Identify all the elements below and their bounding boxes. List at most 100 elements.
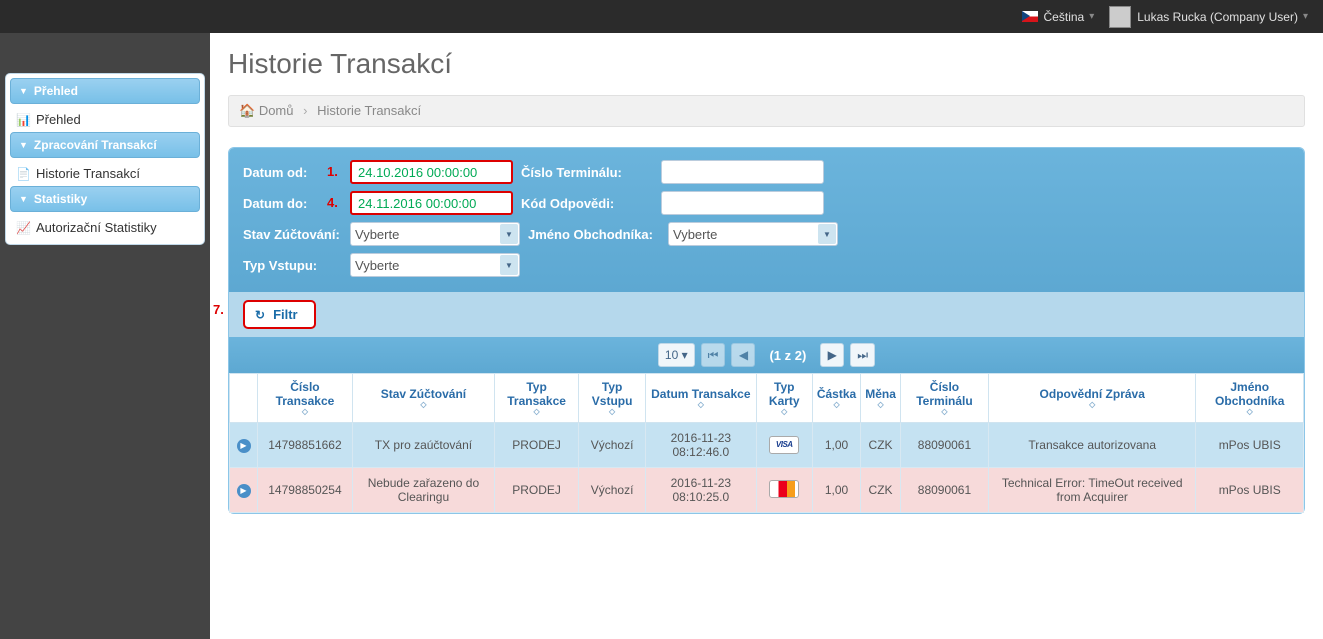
- annotation-7: 7.: [213, 302, 224, 317]
- home-icon: 🏠: [239, 103, 255, 118]
- filter-action-row: 7. ↻ Filtr: [229, 292, 1304, 337]
- breadcrumb: 🏠 Domů › Historie Transakcí: [228, 95, 1305, 127]
- sidebar-item-icon: 📈: [16, 221, 31, 235]
- sidebar-group-head[interactable]: ▼ Zpracování Transakcí: [10, 132, 200, 158]
- table-cell: 2016-11-23 08:10:25.0: [646, 468, 757, 513]
- sort-icon: ◇: [905, 408, 984, 416]
- sidebar-item[interactable]: 📄 Historie Transakcí: [10, 161, 200, 186]
- page-size-select[interactable]: 10 ▾: [658, 343, 695, 367]
- terminal-input[interactable]: [661, 160, 824, 184]
- table-cell: 88090061: [900, 468, 988, 513]
- table-cell: PRODEJ: [494, 423, 578, 468]
- clearing-label: Stav Zúčtování:: [243, 227, 350, 242]
- table-header[interactable]: Typ Transakce◇: [494, 374, 578, 423]
- sidebar-group-head[interactable]: ▼Statistiky: [10, 186, 200, 212]
- filter-zone: 1. 4. Datum od: Číslo Terminálu: Datum d…: [229, 148, 1304, 292]
- table-header[interactable]: Měna◇: [861, 374, 901, 423]
- sort-icon: ◇: [817, 401, 856, 409]
- table-cell: 2016-11-23 08:12:46.0: [646, 423, 757, 468]
- table-cell: [756, 468, 812, 513]
- sort-icon: ◇: [499, 408, 574, 416]
- pager-next[interactable]: ▶: [820, 343, 844, 367]
- date-to-input[interactable]: [350, 191, 513, 215]
- filter-button[interactable]: ↻ Filtr: [243, 300, 316, 329]
- language-switcher[interactable]: Čeština ▾: [1022, 10, 1095, 24]
- table-cell: mPos UBIS: [1196, 423, 1304, 468]
- row-expand-button[interactable]: ▶: [237, 484, 251, 498]
- response-input[interactable]: [661, 191, 824, 215]
- topbar: Čeština ▾ Lukas Rucka (Company User) ▾: [0, 0, 1323, 33]
- merchant-select[interactable]: Vyberte ▼: [668, 222, 838, 246]
- transactions-table: Číslo Transakce◇Stav Zúčtování◇Typ Trans…: [229, 373, 1304, 513]
- sort-icon: ◇: [650, 401, 752, 409]
- sort-icon: ◇: [761, 408, 808, 416]
- dropdown-icon: ▼: [500, 255, 518, 275]
- table-header[interactable]: Odpovědní Zpráva◇: [989, 374, 1196, 423]
- table-header[interactable]: Číslo Transakce◇: [258, 374, 353, 423]
- table-header[interactable]: Jméno Obchodníka◇: [1196, 374, 1304, 423]
- entry-select[interactable]: Vyberte ▼: [350, 253, 520, 277]
- dropdown-icon: ▼: [818, 224, 836, 244]
- pager-first[interactable]: ⏮: [701, 343, 726, 367]
- date-from-input[interactable]: [350, 160, 513, 184]
- table-cell: 1,00: [812, 468, 860, 513]
- main-content: Historie Transakcí 🏠 Domů › Historie Tra…: [210, 33, 1323, 639]
- merchant-value: Vyberte: [673, 227, 717, 242]
- sidebar-item-label: Historie Transakcí: [36, 166, 140, 181]
- mastercard-icon: [769, 480, 799, 498]
- table-cell: Technical Error: TimeOut received from A…: [989, 468, 1196, 513]
- clearing-select[interactable]: Vyberte ▼: [350, 222, 520, 246]
- triangle-down-icon: ▼: [19, 194, 28, 204]
- sidebar-item-icon: 📄: [16, 167, 31, 181]
- response-label: Kód Odpovědi:: [521, 196, 661, 211]
- pager-prev[interactable]: ◀: [731, 343, 755, 367]
- table-cell: 14798851662: [258, 423, 353, 468]
- user-menu[interactable]: Lukas Rucka (Company User) ▾: [1109, 6, 1308, 28]
- annotation-1: 1.: [327, 164, 338, 179]
- table-cell: PRODEJ: [494, 468, 578, 513]
- pager: 10 ▾ ⏮ ◀ (1 z 2) ▶ ⏭: [229, 337, 1304, 373]
- sidebar: ▼Přehled📊Přehled▼Zpracování Transakcí📄Hi…: [5, 73, 205, 245]
- terminal-label: Číslo Terminálu:: [521, 165, 661, 180]
- table-header[interactable]: Číslo Terminálu◇: [900, 374, 988, 423]
- pager-last[interactable]: ⏭: [850, 343, 875, 367]
- chevron-down-icon: ▾: [1303, 11, 1308, 22]
- sidebar-item-icon: 📊: [16, 113, 31, 127]
- table-header[interactable]: Typ Vstupu◇: [579, 374, 646, 423]
- breadcrumb-home[interactable]: Domů: [259, 103, 294, 118]
- table-cell: TX pro zaúčtování: [352, 423, 494, 468]
- triangle-down-icon: ▼: [19, 140, 28, 150]
- table-row: ▶ 14798851662TX pro zaúčtováníPRODEJVýcho…: [230, 423, 1304, 468]
- sidebar-group-label: Zpracování Transakcí: [34, 138, 157, 152]
- avatar: [1109, 6, 1131, 28]
- table-header[interactable]: Datum Transakce◇: [646, 374, 757, 423]
- table-cell: Nebude zařazeno do Clearingu: [352, 468, 494, 513]
- table-header[interactable]: [230, 374, 258, 423]
- chevron-down-icon: ▾: [1089, 11, 1094, 22]
- sidebar-group-label: Přehled: [34, 84, 78, 98]
- table-cell: VISA: [756, 423, 812, 468]
- clearing-value: Vyberte: [355, 227, 399, 242]
- sidebar-item[interactable]: 📊 Přehled: [10, 107, 200, 132]
- sort-icon: ◇: [1200, 408, 1299, 416]
- sidebar-item[interactable]: 📈Autorizační Statistiky: [10, 215, 200, 240]
- table-header[interactable]: Částka◇: [812, 374, 860, 423]
- table-header[interactable]: Stav Zúčtování◇: [352, 374, 494, 423]
- breadcrumb-current: Historie Transakcí: [317, 103, 421, 118]
- filter-button-label: Filtr: [273, 307, 298, 322]
- dropdown-icon: ▼: [500, 224, 518, 244]
- language-label: Čeština: [1044, 10, 1085, 24]
- table-header[interactable]: Typ Karty◇: [756, 374, 812, 423]
- entry-value: Vyberte: [355, 258, 399, 273]
- table-cell: CZK: [861, 468, 901, 513]
- annotation-4: 4.: [327, 195, 338, 210]
- sort-icon: ◇: [357, 401, 490, 409]
- sidebar-item-label: Přehled: [36, 112, 81, 127]
- table-cell: mPos UBIS: [1196, 468, 1304, 513]
- visa-icon: VISA: [769, 436, 799, 454]
- table-cell: Výchozí: [579, 423, 646, 468]
- row-expand-button[interactable]: ▶: [237, 439, 251, 453]
- table-cell: 1,00: [812, 423, 860, 468]
- sidebar-group-head[interactable]: ▼Přehled: [10, 78, 200, 104]
- entry-label: Typ Vstupu:: [243, 258, 350, 273]
